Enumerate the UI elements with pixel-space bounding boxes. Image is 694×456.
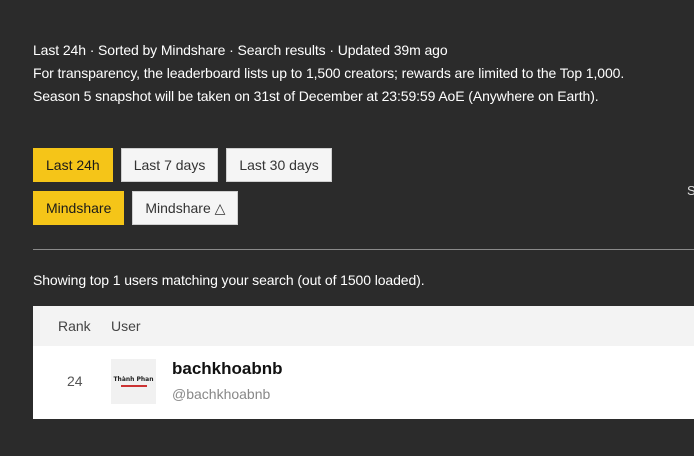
column-header-user: User xyxy=(111,318,141,334)
sort-mindshare-delta-button[interactable]: Mindshare △ xyxy=(132,191,239,225)
avatar-logo-text: Thành Phan xyxy=(113,376,154,383)
avatar[interactable]: Thành Phan xyxy=(111,359,156,404)
divider xyxy=(33,249,694,250)
transparency-note: For transparency, the leaderboard lists … xyxy=(33,65,625,81)
filter-last-7-days-button[interactable]: Last 7 days xyxy=(120,148,219,182)
rank-cell: 24 xyxy=(67,373,83,389)
time-filter-group: Last 24h Last 7 days Last 30 days xyxy=(33,148,332,182)
sort-filter-group: Mindshare Mindshare △ xyxy=(33,191,239,225)
results-summary: Showing top 1 users matching your search… xyxy=(33,272,425,288)
column-header-rank: Rank xyxy=(58,318,91,334)
status-line: Last 24h · Sorted by Mindshare · Search … xyxy=(33,42,448,58)
side-panel-edge-text: S xyxy=(687,183,694,198)
table-header: Rank User xyxy=(33,306,694,346)
filter-last-24h-button[interactable]: Last 24h xyxy=(33,148,113,182)
table-row[interactable]: 24 Thành Phan bachkhoabnb @bachkhoabnb xyxy=(33,346,694,419)
leaderboard-info: Last 24h · Sorted by Mindshare · Search … xyxy=(33,39,693,108)
user-handle[interactable]: @bachkhoabnb xyxy=(172,386,270,402)
leaderboard-table: Rank User 24 Thành Phan bachkhoabnb @bac… xyxy=(33,306,694,419)
user-name[interactable]: bachkhoabnb xyxy=(172,359,283,379)
sort-mindshare-button[interactable]: Mindshare xyxy=(33,191,125,225)
filter-last-30-days-button[interactable]: Last 30 days xyxy=(226,148,332,182)
avatar-logo-underline xyxy=(120,385,147,387)
snapshot-note: Season 5 snapshot will be taken on 31st … xyxy=(33,88,599,104)
